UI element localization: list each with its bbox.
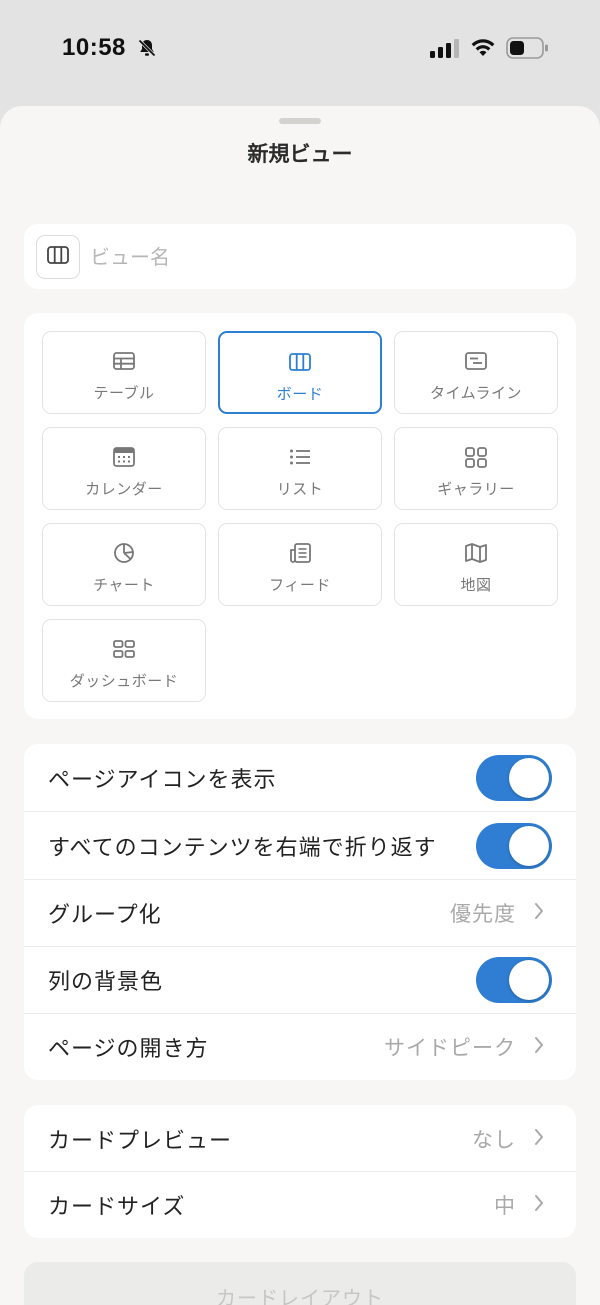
layout-label: タイムライン bbox=[430, 384, 522, 402]
show-page-icon-toggle[interactable] bbox=[476, 754, 552, 801]
layout-option-calendar[interactable]: カレンダー bbox=[42, 427, 206, 510]
board-icon bbox=[47, 246, 69, 268]
layout-label: フィード bbox=[269, 576, 331, 594]
layout-label: ダッシュボード bbox=[69, 672, 179, 690]
view-icon-picker[interactable] bbox=[36, 235, 80, 279]
group-by-row[interactable]: グループ化 優先度 bbox=[24, 879, 576, 946]
bell-off-icon bbox=[137, 38, 157, 62]
list-icon bbox=[288, 446, 312, 468]
row-value: サイドピーク bbox=[384, 1035, 516, 1060]
status-time: 10:58 bbox=[62, 34, 126, 61]
row-label: カードプレビュー bbox=[48, 1128, 233, 1154]
status-bar: 10:58 bbox=[0, 0, 600, 100]
show-page-icon-row: ページアイコンを表示 bbox=[24, 744, 576, 811]
column-background-row: 列の背景色 bbox=[24, 946, 576, 1013]
layout-option-board[interactable]: ボード bbox=[218, 331, 382, 414]
card-preview-row[interactable]: カードプレビュー なし bbox=[24, 1105, 576, 1172]
layout-option-chart[interactable]: チャート bbox=[42, 523, 206, 606]
card-settings-list: カードプレビュー なし カードサイズ 中 bbox=[24, 1105, 576, 1238]
feed-icon bbox=[288, 542, 312, 564]
layout-option-list[interactable]: リスト bbox=[218, 427, 382, 510]
card-layout-label: カードレイアウト bbox=[216, 1286, 384, 1305]
toggle-knob bbox=[509, 825, 549, 866]
calendar-icon bbox=[112, 446, 136, 468]
row-label: 列の背景色 bbox=[48, 969, 164, 995]
battery-icon bbox=[506, 37, 550, 63]
view-settings-list: ページアイコンを表示 すべてのコンテンツを右端で折り返す グループ化 優先度 列… bbox=[24, 744, 576, 1080]
row-value: 中 bbox=[494, 1193, 516, 1218]
layout-option-dashboard[interactable]: ダッシュボード bbox=[42, 619, 206, 702]
view-name-input[interactable] bbox=[90, 237, 550, 277]
chevron-right-icon bbox=[534, 902, 544, 924]
map-icon bbox=[464, 542, 488, 564]
layout-label: 地図 bbox=[460, 576, 492, 594]
layout-label: ボード bbox=[276, 385, 324, 403]
row-value: なし bbox=[472, 1127, 516, 1152]
wrap-contents-toggle[interactable] bbox=[476, 822, 552, 869]
layout-option-feed[interactable]: フィード bbox=[218, 523, 382, 606]
board-icon bbox=[288, 351, 312, 373]
signal-icon bbox=[430, 38, 460, 62]
wrap-contents-row: すべてのコンテンツを右端で折り返す bbox=[24, 812, 576, 879]
layout-label: テーブル bbox=[93, 384, 155, 402]
layout-option-gallery[interactable]: ギャラリー bbox=[394, 427, 558, 510]
layout-option-table[interactable]: テーブル bbox=[42, 331, 206, 414]
row-label: ページアイコンを表示 bbox=[48, 767, 277, 793]
row-label: すべてのコンテンツを右端で折り返す bbox=[48, 835, 437, 861]
gallery-icon bbox=[464, 446, 488, 468]
column-background-toggle[interactable] bbox=[476, 956, 552, 1003]
layout-option-timeline[interactable]: タイムライン bbox=[394, 331, 558, 414]
table-icon bbox=[112, 350, 136, 372]
chevron-right-icon bbox=[534, 1036, 544, 1058]
layout-label: ギャラリー bbox=[437, 480, 515, 498]
layout-label: チャート bbox=[93, 576, 155, 594]
sheet-title: 新規ビュー bbox=[247, 142, 353, 166]
wifi-icon bbox=[470, 36, 496, 62]
open-pages-in-row[interactable]: ページの開き方 サイドピーク bbox=[24, 1013, 576, 1080]
card-size-row[interactable]: カードサイズ 中 bbox=[24, 1171, 576, 1238]
row-label: グループ化 bbox=[48, 902, 162, 928]
layout-label: カレンダー bbox=[85, 480, 163, 498]
row-label: ページの開き方 bbox=[48, 1036, 209, 1062]
layout-picker: テーブル ボード タイムライン カレンダー リスト ギャラリー チャート フィー… bbox=[24, 313, 576, 719]
toggle-knob bbox=[509, 757, 549, 798]
chevron-right-icon bbox=[534, 1128, 544, 1150]
row-value: 優先度 bbox=[450, 901, 516, 926]
chevron-right-icon bbox=[534, 1194, 544, 1216]
row-label: カードサイズ bbox=[48, 1194, 186, 1220]
layout-option-map[interactable]: 地図 bbox=[394, 523, 558, 606]
card-layout-button[interactable]: カードレイアウト bbox=[24, 1262, 576, 1305]
chart-icon bbox=[112, 542, 136, 564]
toggle-knob bbox=[509, 959, 549, 1000]
timeline-icon bbox=[464, 350, 488, 372]
dashboard-icon bbox=[112, 638, 136, 660]
view-name-card bbox=[24, 224, 576, 289]
new-view-sheet: 新規ビュー テーブル bbox=[0, 106, 600, 1305]
layout-label: リスト bbox=[276, 480, 324, 498]
sheet-grabber[interactable] bbox=[279, 118, 321, 124]
